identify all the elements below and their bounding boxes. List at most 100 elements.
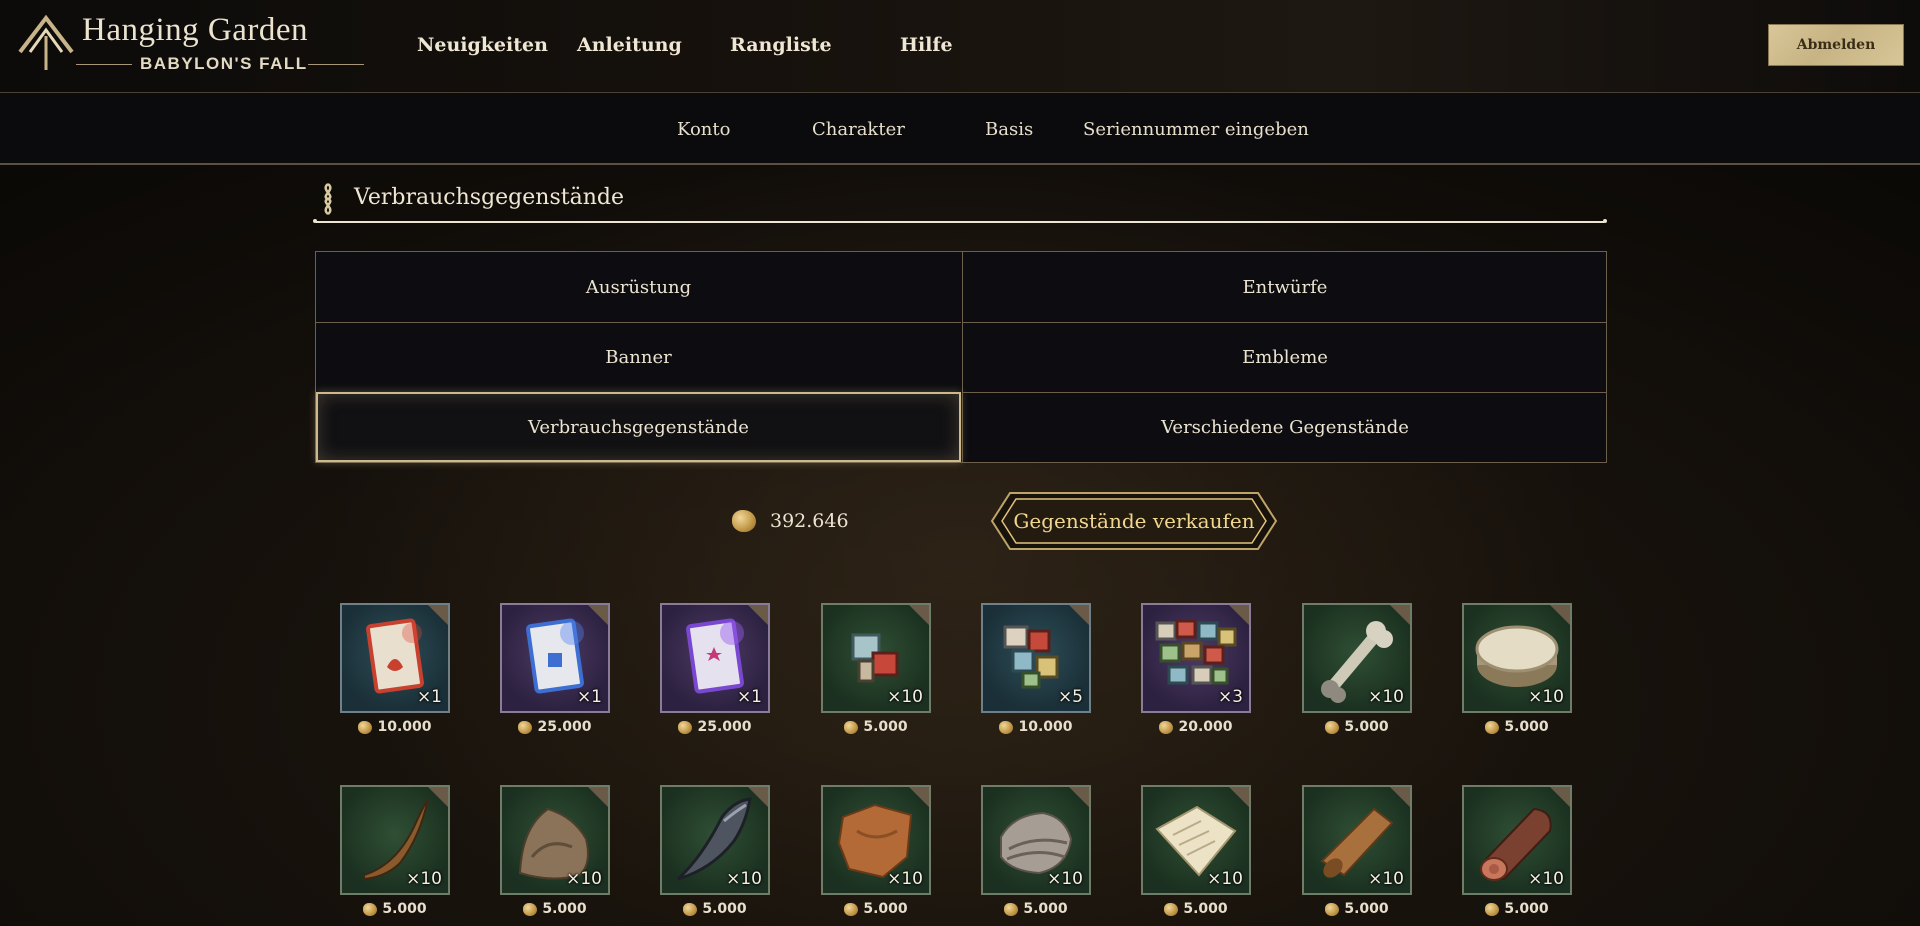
- item-quantity: ×10: [1207, 869, 1243, 889]
- sell-items-button[interactable]: Gegenstände verkaufen: [990, 491, 1278, 551]
- item-slot[interactable]: ×1 25.000: [660, 603, 772, 743]
- top-bar: Hanging Garden BABYLON'S FALL Neuigkeite…: [0, 0, 1920, 93]
- item-tile: ×10: [1141, 785, 1251, 895]
- item-slot[interactable]: ×10 5.000: [340, 785, 452, 925]
- gold-coin-icon: [363, 902, 378, 916]
- item-corner-marker: [588, 787, 608, 807]
- item-quantity: ×10: [566, 869, 602, 889]
- item-corner-marker: [1390, 605, 1410, 625]
- gold-coin-icon: [844, 720, 859, 734]
- subnav-account[interactable]: Konto: [677, 119, 730, 140]
- item-tile: ×10: [1462, 603, 1572, 713]
- category-consumables[interactable]: Verbrauchsgegenstände: [316, 392, 961, 462]
- nav-guide[interactable]: Anleitung: [577, 34, 682, 56]
- item-price: 5.000: [981, 901, 1091, 917]
- item-corner-marker: [428, 605, 448, 625]
- item-slot[interactable]: ×5 10.000: [981, 603, 1093, 743]
- subnav-base[interactable]: Basis: [985, 119, 1033, 140]
- gold-coin-icon: [732, 510, 756, 532]
- item-quantity: ×10: [406, 869, 442, 889]
- logo[interactable]: Hanging Garden BABYLON'S FALL: [16, 10, 366, 76]
- item-corner-marker: [909, 787, 929, 807]
- item-price-value: 5.000: [1344, 901, 1389, 917]
- subnav-serial-number[interactable]: Seriennummer eingeben: [1083, 119, 1309, 140]
- item-price-value: 25.000: [537, 719, 592, 735]
- subnav-character[interactable]: Charakter: [812, 119, 905, 140]
- gold-coin-icon: [1164, 902, 1179, 916]
- item-price: 5.000: [1462, 901, 1572, 917]
- item-price: 20.000: [1141, 719, 1251, 735]
- logo-emblem-icon: [18, 14, 74, 70]
- item-price: 5.000: [1462, 719, 1572, 735]
- item-price: 10.000: [981, 719, 1091, 735]
- item-corner-marker: [1390, 787, 1410, 807]
- item-price-value: 5.000: [863, 719, 908, 735]
- item-slot[interactable]: ×10 5.000: [500, 785, 612, 925]
- item-quantity: ×3: [1217, 687, 1243, 707]
- logo-title: Hanging Garden: [82, 12, 309, 48]
- category-blueprints[interactable]: Entwürfe: [962, 252, 1607, 322]
- item-corner-marker: [909, 605, 929, 625]
- category-emblems[interactable]: Embleme: [962, 322, 1607, 392]
- item-corner-marker: [1069, 605, 1089, 625]
- item-price: 25.000: [500, 719, 610, 735]
- logo-divider-left: [76, 64, 132, 65]
- item-tile: ×10: [500, 785, 610, 895]
- nav-news[interactable]: Neuigkeiten: [417, 34, 548, 56]
- item-quantity: ×10: [887, 687, 923, 707]
- gold-balance: 392.646: [732, 510, 849, 532]
- item-slot[interactable]: ×1 25.000: [500, 603, 612, 743]
- item-quantity: ×10: [887, 869, 923, 889]
- item-slot[interactable]: ×3 20.000: [1141, 603, 1253, 743]
- ornament-icon: [324, 183, 332, 215]
- item-quantity: ×10: [726, 869, 762, 889]
- category-banners[interactable]: Banner: [316, 322, 961, 392]
- gold-coin-icon: [844, 902, 859, 916]
- item-quantity: ×1: [416, 687, 442, 707]
- item-slot[interactable]: ×10 5.000: [1462, 785, 1574, 925]
- item-quantity: ×10: [1528, 869, 1564, 889]
- item-slot[interactable]: ×10 5.000: [1141, 785, 1253, 925]
- item-slot[interactable]: ×10 5.000: [821, 603, 933, 743]
- gold-coin-icon: [678, 720, 693, 734]
- nav-help[interactable]: Hilfe: [900, 34, 953, 56]
- item-corner-marker: [588, 605, 608, 625]
- item-slot[interactable]: ×10 5.000: [1302, 603, 1414, 743]
- item-tile: ×10: [1462, 785, 1572, 895]
- item-slot[interactable]: ×10 5.000: [821, 785, 933, 925]
- category-equipment[interactable]: Ausrüstung: [316, 252, 961, 322]
- item-price-value: 5.000: [1504, 901, 1549, 917]
- gold-coin-icon: [1325, 720, 1340, 734]
- gold-coin-icon: [358, 720, 373, 734]
- item-corner-marker: [1550, 787, 1570, 807]
- gold-coin-icon: [999, 720, 1014, 734]
- item-tile: ×10: [821, 785, 931, 895]
- item-price-value: 5.000: [702, 901, 747, 917]
- item-tile: ×10: [340, 785, 450, 895]
- item-slot[interactable]: ×10 5.000: [1462, 603, 1574, 743]
- category-misc-items[interactable]: Verschiedene Gegenstände: [962, 392, 1607, 462]
- item-corner-marker: [748, 605, 768, 625]
- nav-ranking[interactable]: Rangliste: [730, 34, 832, 56]
- item-slot[interactable]: ×1 10.000: [340, 603, 452, 743]
- item-corner-marker: [1069, 787, 1089, 807]
- item-price-value: 5.000: [1183, 901, 1228, 917]
- gold-coin-icon: [1159, 720, 1174, 734]
- item-quantity: ×10: [1368, 869, 1404, 889]
- item-slot[interactable]: ×10 5.000: [1302, 785, 1414, 925]
- item-slot[interactable]: ×10 5.000: [660, 785, 772, 925]
- item-tile: ×10: [821, 603, 931, 713]
- sell-button-label: Gegenstände verkaufen: [1013, 509, 1255, 533]
- item-quantity: ×10: [1528, 687, 1564, 707]
- item-tile: ×10: [981, 785, 1091, 895]
- gold-amount: 392.646: [770, 510, 849, 532]
- item-quantity: ×1: [736, 687, 762, 707]
- item-price-value: 20.000: [1178, 719, 1233, 735]
- logout-button[interactable]: Abmelden: [1768, 24, 1904, 66]
- item-slot[interactable]: ×10 5.000: [981, 785, 1093, 925]
- item-corner-marker: [1550, 605, 1570, 625]
- item-tile: ×1: [340, 603, 450, 713]
- item-tile: ×10: [1302, 785, 1412, 895]
- gold-coin-icon: [683, 902, 698, 916]
- item-price-value: 25.000: [697, 719, 752, 735]
